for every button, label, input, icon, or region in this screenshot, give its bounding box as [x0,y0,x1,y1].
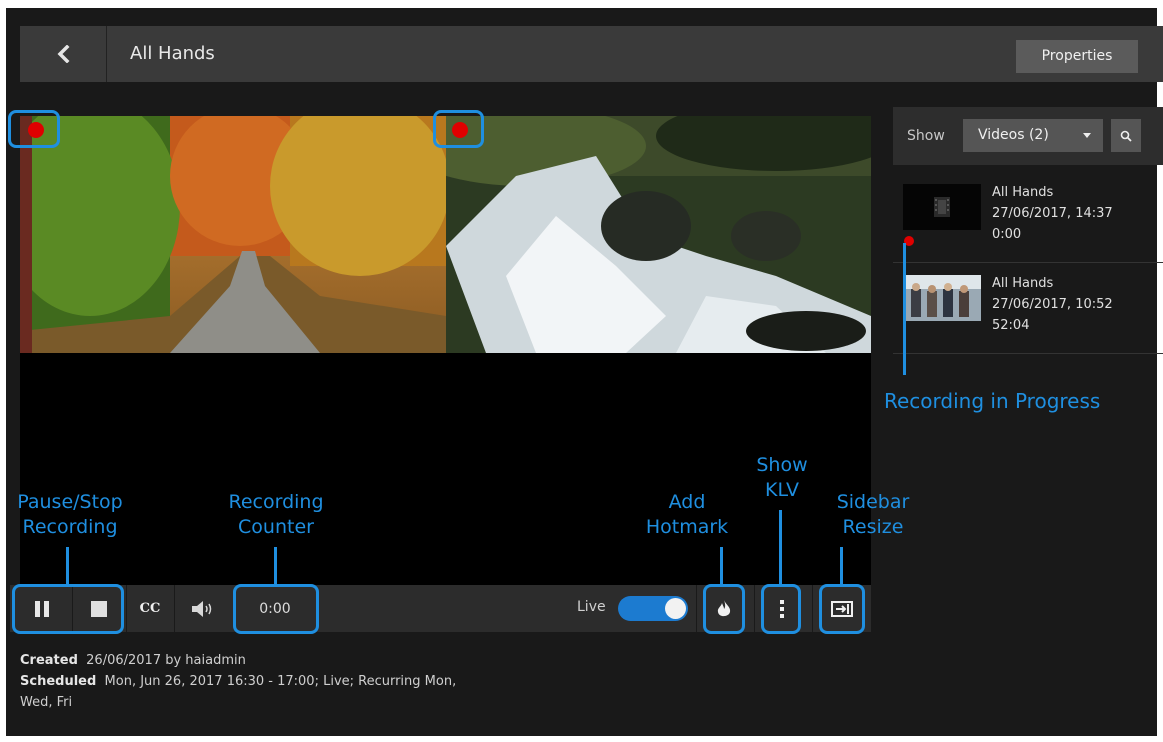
pause-stop-highlight [12,584,124,634]
volume-button[interactable] [178,585,228,632]
video-player[interactable] [20,116,871,586]
live-toggle[interactable] [618,596,688,621]
annotation-line: KLV [765,479,799,501]
live-label: Live [577,599,606,615]
back-button[interactable] [20,26,107,82]
closed-captions-button[interactable]: CC [130,585,170,632]
hotmark-callout-line [720,547,723,584]
annotation-line: Sidebar [836,491,910,513]
item-title: All Hands [992,276,1054,291]
created-value: 26/06/2017 by haiadmin [86,653,246,668]
meeting-thumbnail-image [903,275,981,321]
scheduled-value-cont: Wed, Fri [20,695,73,710]
scheduled-label: Scheduled [20,674,97,689]
event-meta: Created 26/06/2017 by haiadmin Scheduled… [20,650,620,713]
sidebar-header: Show Videos (2) [893,107,1163,165]
klv-callout-line [779,510,782,584]
video-feed-waterfall [446,116,871,353]
list-item[interactable]: All Hands 27/06/2017, 14:37 0:00 [893,174,1163,263]
annotation-line: Counter [238,516,314,538]
pause-stop-annotation: Pause/Stop Recording [10,490,130,540]
item-date: 27/06/2017, 14:37 [992,206,1113,221]
volume-icon [192,600,212,617]
caret-down-icon [1083,133,1091,138]
annotation-line: Recording [22,516,118,538]
video-thumbnail-placeholder [903,184,981,230]
klv-highlight [761,584,801,634]
sidebar-resize-annotation: Sidebar Resize [820,490,926,540]
show-select-value: Videos (2) [978,127,1049,143]
recording-progress-callout-line [903,243,906,375]
show-select[interactable]: Videos (2) [963,119,1103,152]
recording-indicator-highlight-left [8,110,60,148]
annotation-line: Recording [228,491,324,513]
item-title: All Hands [992,185,1054,200]
search-button[interactable] [1111,119,1141,152]
cc-label: CC [139,601,161,616]
counter-annotation: Recording Counter [214,490,338,540]
chevron-left-icon [57,45,70,63]
annotation-line: Resize [842,516,904,538]
item-date: 27/06/2017, 10:52 [992,297,1113,312]
toggle-knob [665,598,686,619]
show-label: Show [907,128,945,144]
counter-highlight [233,584,319,634]
waterfall-image [446,116,871,353]
video-thumbnail [903,275,981,321]
hotmark-annotation: Add Hotmark [634,490,740,540]
list-item[interactable]: All Hands 27/06/2017, 10:52 52:04 [893,265,1163,354]
annotation-line: Show [756,454,808,476]
recording-indicator-highlight-right [433,110,484,148]
sidebar: Show Videos (2) All Hands 27/06/2017, 14… [893,107,1163,367]
properties-button[interactable]: Properties [1016,40,1138,73]
item-duration: 0:00 [992,227,1022,242]
counter-callout-line [274,547,277,584]
pause-stop-callout-line [66,547,69,584]
search-icon [1120,130,1132,142]
sidebar-resize-callout-line [840,547,843,584]
created-label: Created [20,653,78,668]
sidebar-resize-highlight [819,584,865,634]
film-icon [934,197,950,217]
autumn-road-image [20,116,446,353]
header-bar: All Hands Properties [20,26,1163,82]
annotation-line: Add [668,491,706,513]
hotmark-highlight [703,584,745,634]
klv-annotation: Show KLV [744,453,820,503]
item-duration: 52:04 [992,318,1030,333]
annotation-line: Pause/Stop [17,491,123,513]
video-feed-autumn-road [20,116,446,353]
annotation-line: Hotmark [645,516,729,538]
page-title: All Hands [130,43,215,64]
scheduled-value: Mon, Jun 26, 2017 16:30 - 17:00; Live; R… [104,674,457,689]
recording-progress-annotation: Recording in Progress [884,389,1101,413]
